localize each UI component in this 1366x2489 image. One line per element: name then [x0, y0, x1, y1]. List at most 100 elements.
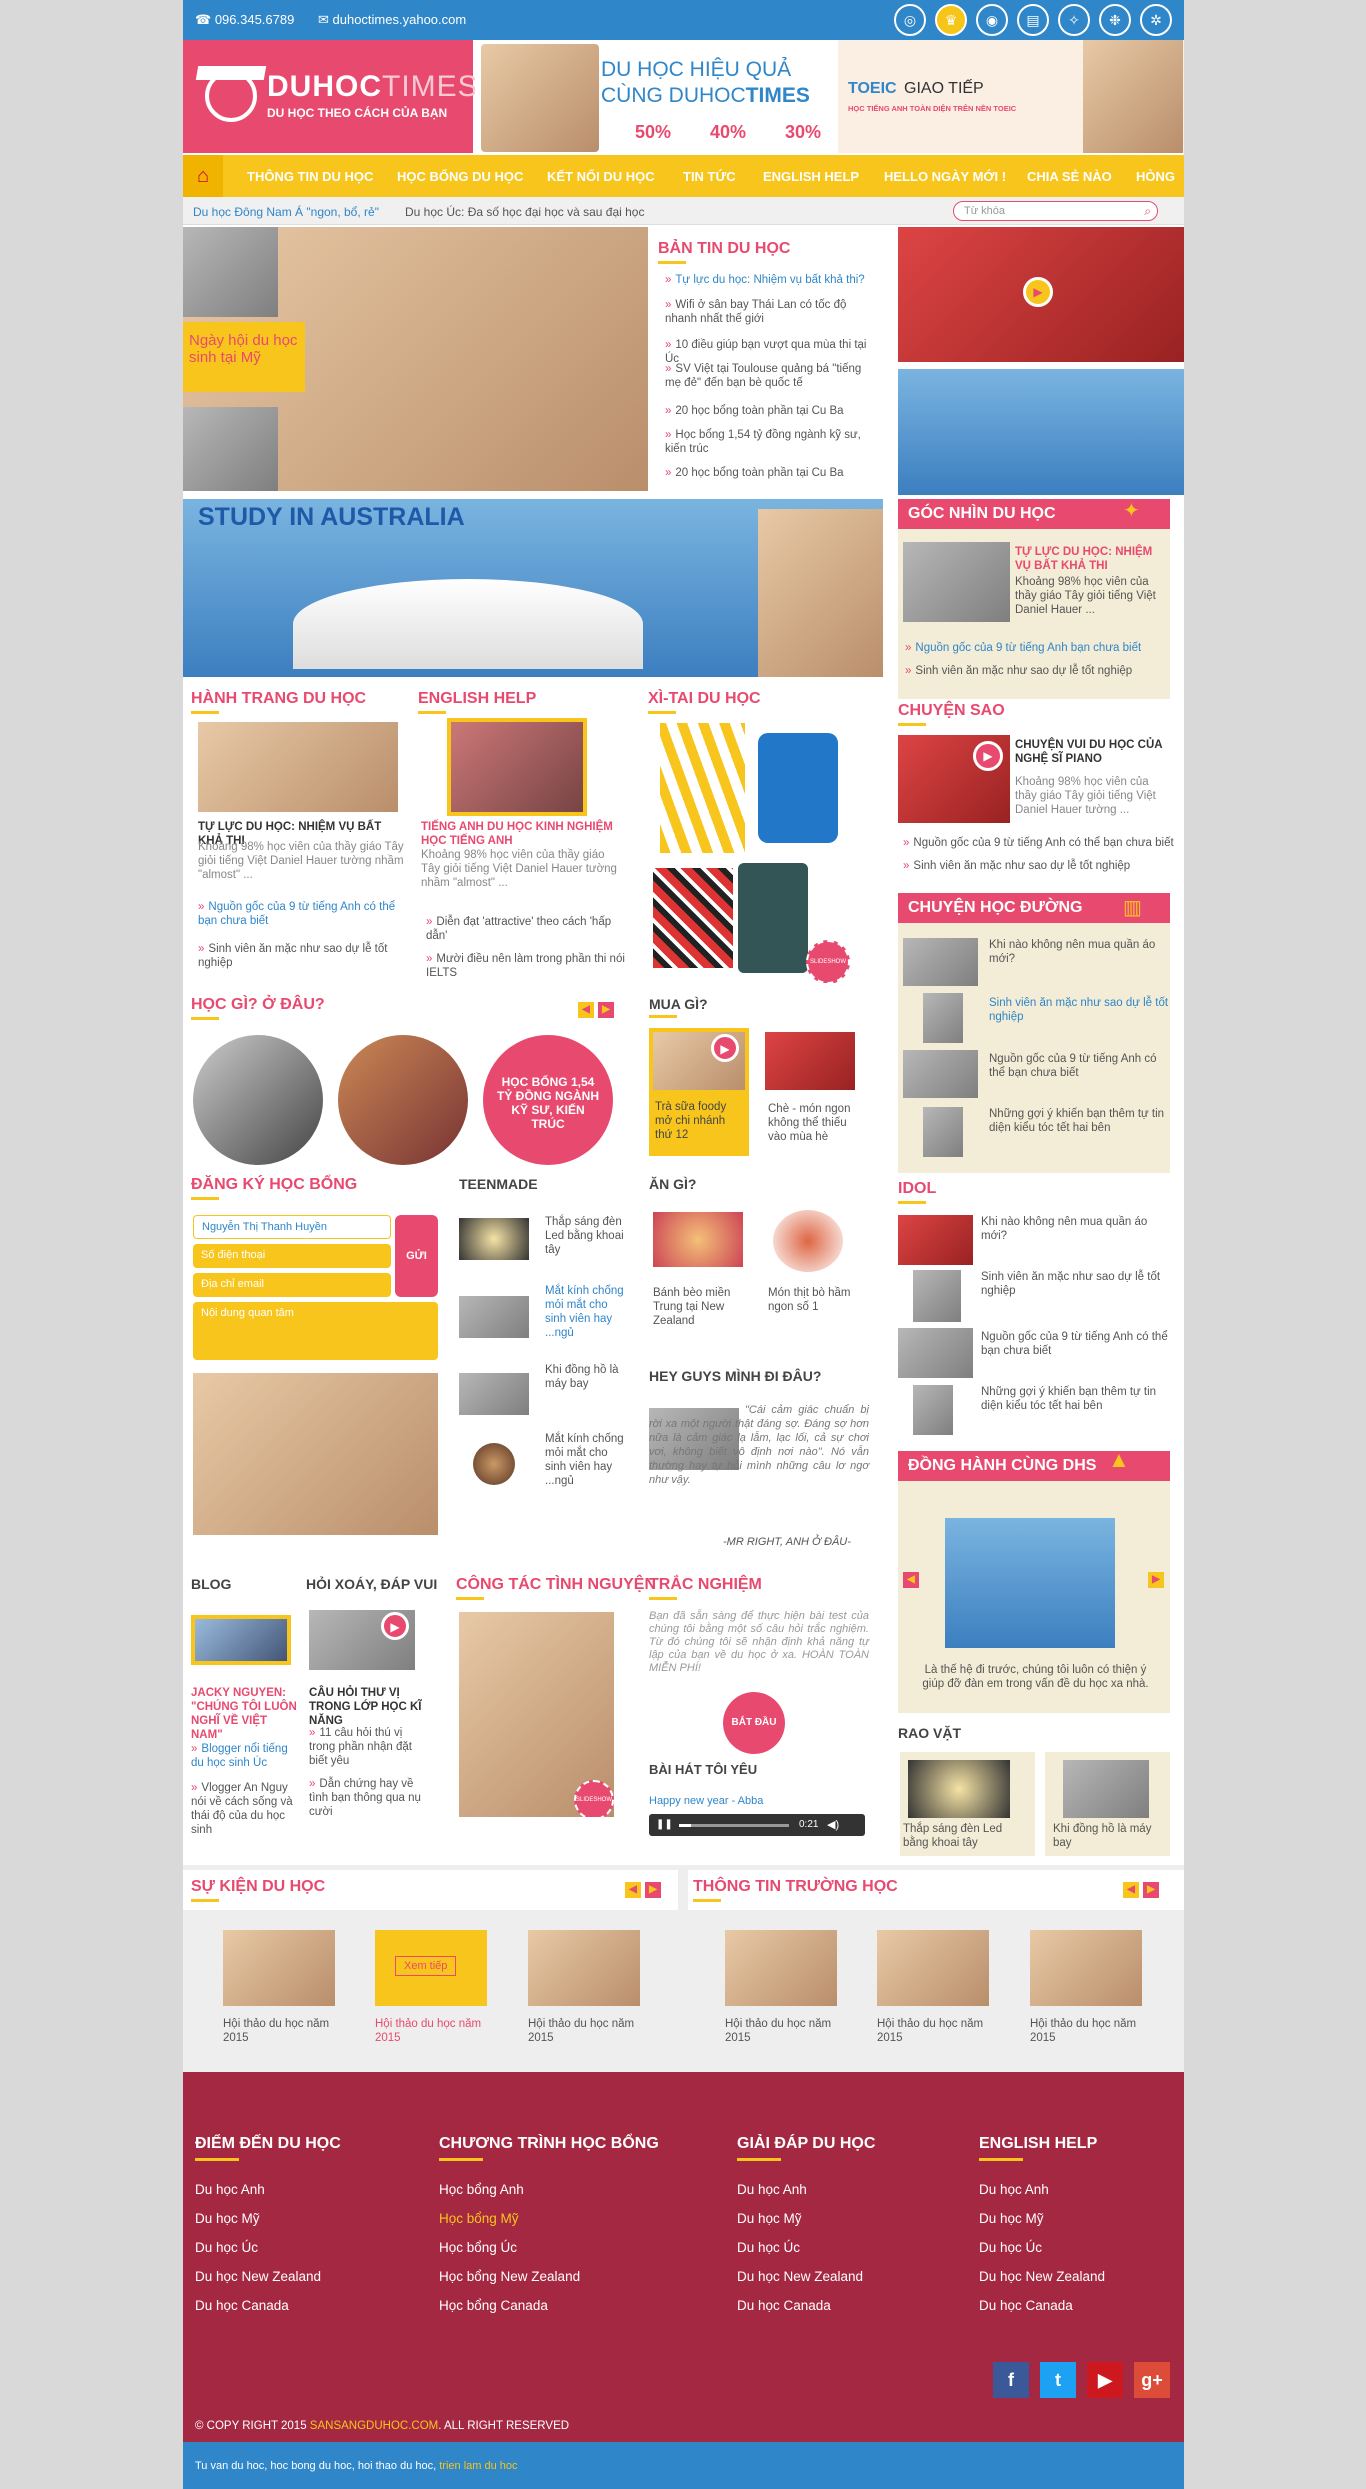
blog-link[interactable]: Vlogger An Nguy nói về cách sống và thái… [191, 1781, 301, 1837]
bantin-item[interactable]: Wifi ở sân bay Thái Lan có tốc độ nhanh … [665, 298, 875, 326]
phone-contact[interactable]: ☎ 096.345.6789 [195, 12, 294, 28]
start-quiz-button[interactable]: BẮT ĐẦU [723, 1692, 785, 1754]
footer-link[interactable]: Du học Canada [737, 2298, 831, 2313]
play-icon[interactable]: ▶ [1023, 277, 1053, 307]
teenmade-photo[interactable] [473, 1443, 515, 1485]
nav-thong-tin[interactable]: THÔNG TIN DU HỌC [247, 169, 373, 184]
event-caption[interactable]: Hội thảo du học năm 2015 [528, 2017, 643, 2045]
teenmade-item[interactable]: Mắt kính chống mỏi mắt cho sinh viên hay… [545, 1432, 630, 1488]
school-card[interactable] [725, 1930, 837, 2006]
event-caption[interactable]: Hội thảo du học năm 2015 [223, 2017, 338, 2045]
gocnhin-photo[interactable] [903, 542, 1010, 622]
nav-tin-tuc[interactable]: TIN TỨC [683, 169, 736, 184]
chd-item[interactable]: Nguồn gốc của 9 từ tiếng Anh có thể bạn … [989, 1052, 1169, 1080]
volunteer-photo[interactable]: SLIDESHOW [459, 1612, 614, 1817]
graduate-icon[interactable]: ♛ [935, 4, 967, 36]
teenmade-photo[interactable] [459, 1373, 529, 1415]
footer-link[interactable]: Du học Mỹ [195, 2211, 260, 2226]
nav-ket-noi[interactable]: KẾT NỐI DU HỌC [547, 169, 655, 184]
network-icon[interactable]: ❉ [1099, 4, 1131, 36]
building-circle-1[interactable] [193, 1035, 323, 1165]
footer-link[interactable]: Du học Anh [737, 2182, 807, 2197]
footer-link[interactable]: Du học Úc [979, 2240, 1042, 2255]
study-australia-banner[interactable]: STUDY IN AUSTRALIA [183, 499, 883, 677]
idol-photo[interactable] [913, 1385, 953, 1435]
idol-photo[interactable] [898, 1215, 973, 1265]
nav-hong[interactable]: HÒNG [1136, 169, 1175, 184]
teenmade-item[interactable]: Mắt kính chống mỏi mắt cho sinh viên hay… [545, 1284, 630, 1340]
idol-item[interactable]: Những gợi ý khiến bạn thêm tự tin diện k… [981, 1385, 1171, 1413]
graduation-video[interactable]: ▶ [898, 227, 1184, 362]
idol-item[interactable]: Khi nào không nên mua quần áo mới? [981, 1215, 1171, 1243]
che-photo[interactable] [765, 1032, 855, 1090]
event-card-highlight[interactable]: Xem tiếp [375, 1930, 487, 2006]
send-button[interactable]: GỬI [395, 1215, 438, 1297]
nav-english-help[interactable]: ENGLISH HELP [763, 169, 859, 184]
teenmade-photo[interactable] [459, 1296, 529, 1338]
hero-image[interactable]: Ngày hội du học sinh tại Mỹ [183, 227, 648, 491]
youtube-icon[interactable]: ▶ [1087, 2362, 1123, 2398]
bantin-item[interactable]: SV Việt tại Toulouse quảng bá "tiếng mẹ … [665, 362, 875, 390]
school-card[interactable] [1030, 1930, 1142, 2006]
idol-item[interactable]: Nguồn gốc của 9 từ tiếng Anh có thể bạn … [981, 1330, 1171, 1358]
hoixoay-headline[interactable]: CÂU HỎI THƯ VỊ TRONG LỚP HỌC KĨ NĂNG [309, 1686, 439, 1728]
hoixoay-photo[interactable]: ▶ [309, 1610, 415, 1670]
teenmade-item[interactable]: Khi đồng hồ là máy bay [545, 1363, 630, 1391]
hoixoay-link[interactable]: 11 câu hỏi thú vị trong phần nhận đặt bi… [309, 1726, 429, 1768]
footer-link[interactable]: Du học Úc [195, 2240, 258, 2255]
bantin-item[interactable]: 20 học bổng toàn phần tại Cu Ba [665, 466, 875, 480]
footer-link[interactable]: Du học Mỹ [979, 2211, 1044, 2226]
chd-item[interactable]: Những gợi ý khiến bạn thêm tự tin diện k… [989, 1107, 1169, 1135]
settings-icon[interactable]: ✲ [1140, 4, 1172, 36]
book-icon[interactable]: ▤ [1017, 4, 1049, 36]
chd-item[interactable]: Sinh viên ăn mặc như sao dự lễ tốt nghiệ… [989, 996, 1169, 1024]
nav-hello[interactable]: HELLO NGÀY MỚI ! [884, 169, 1006, 184]
blog-photo[interactable] [191, 1615, 291, 1665]
footer-link[interactable]: Học bổng New Zealand [439, 2269, 580, 2284]
site-logo[interactable]: DUHOCTIMES DU HỌC THEO CÁCH CỦA BẠN [183, 40, 478, 153]
footer-link[interactable]: Du học Canada [979, 2298, 1073, 2313]
pause-icon[interactable]: ❚❚ [656, 1819, 673, 1830]
footer-link[interactable]: Học bổng Anh [439, 2182, 524, 2197]
nav-hoc-bong[interactable]: HỌC BỔNG DU HỌC [397, 169, 523, 184]
fashion-slideshow[interactable]: SLIDESHOW [648, 718, 873, 983]
name-field[interactable]: Nguyễn Thị Thanh Huyền [193, 1215, 391, 1239]
footer-link[interactable]: Du học Anh [195, 2182, 265, 2197]
hoixoay-link[interactable]: Dẫn chứng hay về tình bạn thông qua nụ c… [309, 1777, 429, 1819]
prev-arrow-icon[interactable]: ◀ [578, 1002, 594, 1018]
prev-arrow-icon[interactable]: ◀ [625, 1882, 641, 1898]
donghanh-photo[interactable] [945, 1518, 1115, 1648]
next-arrow-icon[interactable]: ▶ [1148, 1572, 1164, 1588]
search-input[interactable]: Từ khóa ⌕ [953, 201, 1158, 221]
gocnhin-link[interactable]: Sinh viên ăn mặc như sao dự lễ tốt nghiệ… [905, 664, 1165, 678]
handshake-icon[interactable]: ✧ [1058, 4, 1090, 36]
next-arrow-icon[interactable]: ▶ [645, 1882, 661, 1898]
teenmade-item[interactable]: Thắp sáng đèn Led bằng khoai tây [545, 1215, 630, 1257]
englishhelp-link[interactable]: Diễn đạt 'attractive' theo cách 'hấp dẫn… [426, 915, 626, 943]
chd-item[interactable]: Khi nào không nên mua quần áo mới? [989, 938, 1169, 966]
next-arrow-icon[interactable]: ▶ [1143, 1882, 1159, 1898]
play-icon[interactable]: ▶ [381, 1612, 409, 1640]
chd-photo[interactable] [903, 938, 978, 986]
blog-link[interactable]: Blogger nổi tiếng du học sinh Úc [191, 1742, 301, 1770]
play-icon[interactable]: ▶ [973, 741, 1003, 771]
footer-link[interactable]: Học bổng Canada [439, 2298, 548, 2313]
footer-link[interactable]: Du học Mỹ [737, 2211, 802, 2226]
globe-icon[interactable]: ◎ [894, 4, 926, 36]
read-more-button[interactable]: Xem tiếp [395, 1956, 457, 1976]
prev-arrow-icon[interactable]: ◀ [1123, 1882, 1139, 1898]
gocnhin-link[interactable]: Nguồn gốc của 9 từ tiếng Anh bạn chưa bi… [905, 641, 1165, 655]
event-caption[interactable]: Hội thảo du học năm 2015 [375, 2017, 490, 2045]
chd-photo[interactable] [903, 1050, 978, 1098]
next-arrow-icon[interactable]: ▶ [598, 1002, 614, 1018]
englishhelp-headline[interactable]: TIẾNG ANH DU HỌC KINH NGHIỆM HỌC TIẾNG A… [421, 820, 621, 848]
facebook-icon[interactable]: f [993, 2362, 1029, 2398]
world-icon[interactable]: ◉ [976, 4, 1008, 36]
school-caption[interactable]: Hội thảo du học năm 2015 [725, 2017, 840, 2045]
building-circle-2[interactable] [338, 1035, 468, 1165]
blog-headline[interactable]: JACKY NGUYEN: "CHÚNG TÔI LUÔN NGHĨ VỀ VI… [191, 1686, 301, 1742]
site-link[interactable]: SANSANGDUHOC.COM [310, 2420, 438, 2432]
school-card[interactable] [877, 1930, 989, 2006]
googleplus-icon[interactable]: g+ [1134, 2362, 1170, 2398]
banhbeo-photo[interactable] [653, 1212, 743, 1267]
